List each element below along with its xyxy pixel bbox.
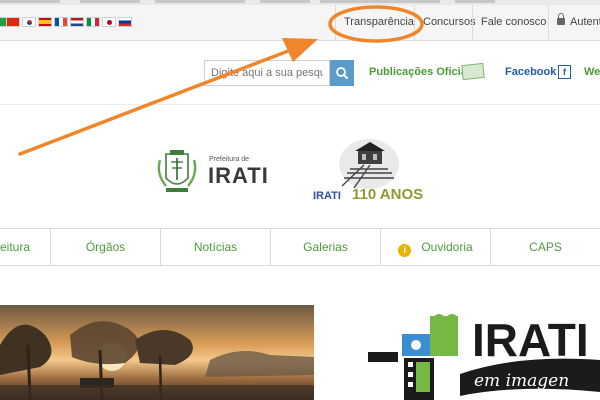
annotation-arrow-line: [18, 46, 298, 156]
annotation-overlay: [18, 5, 424, 156]
highlight-ellipse: [328, 5, 424, 43]
